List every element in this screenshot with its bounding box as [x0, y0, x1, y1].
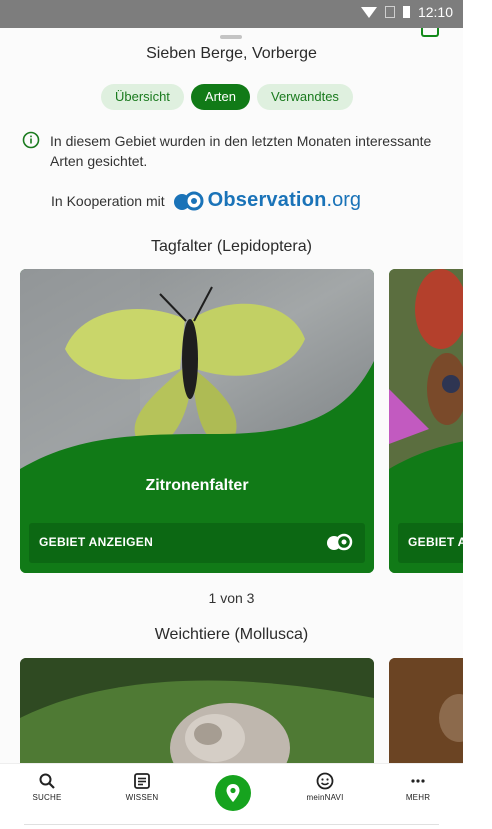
observation-brand: Observation: [207, 189, 327, 211]
species-card[interactable]: [389, 658, 463, 778]
section-title-lepidoptera: Tagfalter (Lepidoptera): [151, 238, 312, 255]
species-name: Zitronenfalter: [145, 477, 249, 494]
species-card[interactable]: Zitronenfalter GEBIET ANZEIGEN: [20, 269, 374, 573]
divider: [24, 824, 439, 825]
section-title-mollusca: Weichtiere (Mollusca): [154, 626, 309, 643]
observation-logo-icon: [173, 191, 204, 210]
species-photo: [20, 658, 374, 778]
wifi-icon: [360, 6, 377, 18]
nav-wissen[interactable]: WISSEN: [107, 772, 177, 802]
search-icon: [39, 773, 55, 789]
share-icon[interactable]: [421, 28, 439, 37]
map-button[interactable]: [215, 775, 251, 811]
nav-suche[interactable]: SUCHE: [12, 772, 82, 802]
info-text: In diesem Gebiet wurden in den letzten M…: [50, 133, 432, 169]
tab-verwandtes[interactable]: Verwandtes: [257, 84, 353, 110]
tab-bar: Übersicht Arten Verwandtes: [101, 84, 353, 110]
show-area-button[interactable]: GEBIET ANZEIGEN: [398, 523, 463, 563]
map-pin-icon: [226, 784, 240, 802]
nav-label: WISSEN: [125, 793, 159, 802]
bottom-sheet[interactable]: Sieben Berge, Vorberge Übersicht Arten V…: [0, 28, 463, 778]
smiley-icon: [316, 772, 334, 790]
cooperation-label: In Kooperation mit: [51, 192, 165, 209]
species-card[interactable]: GEBIET ANZEIGEN: [389, 269, 463, 573]
battery-icon: [402, 6, 410, 18]
show-area-label: GEBIET ANZEIGEN: [39, 535, 154, 549]
info-notice: In diesem Gebiet wurden in den letzten M…: [22, 131, 442, 171]
tab-arten[interactable]: Arten: [190, 84, 250, 110]
card-pager: 1 von 3: [208, 590, 255, 606]
more-icon: [411, 779, 425, 783]
area-title: Sieben Berge, Vorberge: [146, 45, 317, 62]
show-area-label: GEBIET ANZEIGEN: [408, 535, 463, 549]
nav-label: meinNAVI: [306, 793, 344, 802]
cooperation-line: In Kooperation mit Observation .org: [51, 189, 361, 212]
observation-tld: .org: [326, 189, 361, 211]
observation-logo[interactable]: Observation .org: [171, 189, 361, 212]
species-card[interactable]: [20, 658, 374, 778]
nav-label: MEHR: [405, 793, 431, 802]
nav-meinnavi[interactable]: meinNAVI: [290, 772, 360, 802]
app-screen: 12:10 Sieben Berge, Vorberge Übersicht A…: [0, 0, 463, 829]
nav-label: SUCHE: [32, 793, 62, 802]
show-area-button[interactable]: GEBIET ANZEIGEN: [29, 523, 365, 563]
observation-mini-icon: [327, 533, 353, 551]
no-sim-icon: [384, 6, 395, 18]
nav-mehr[interactable]: MEHR: [383, 772, 453, 802]
article-icon: [134, 773, 150, 789]
species-photo: [389, 658, 463, 778]
drag-handle[interactable]: [220, 35, 242, 39]
bottom-navigation: SUCHE WISSEN meinNAVI MEHR: [0, 763, 463, 824]
status-bar: 12:10: [0, 0, 463, 28]
status-time: 12:10: [417, 4, 453, 20]
info-icon: [22, 131, 40, 149]
tab-uebersicht[interactable]: Übersicht: [101, 84, 184, 110]
